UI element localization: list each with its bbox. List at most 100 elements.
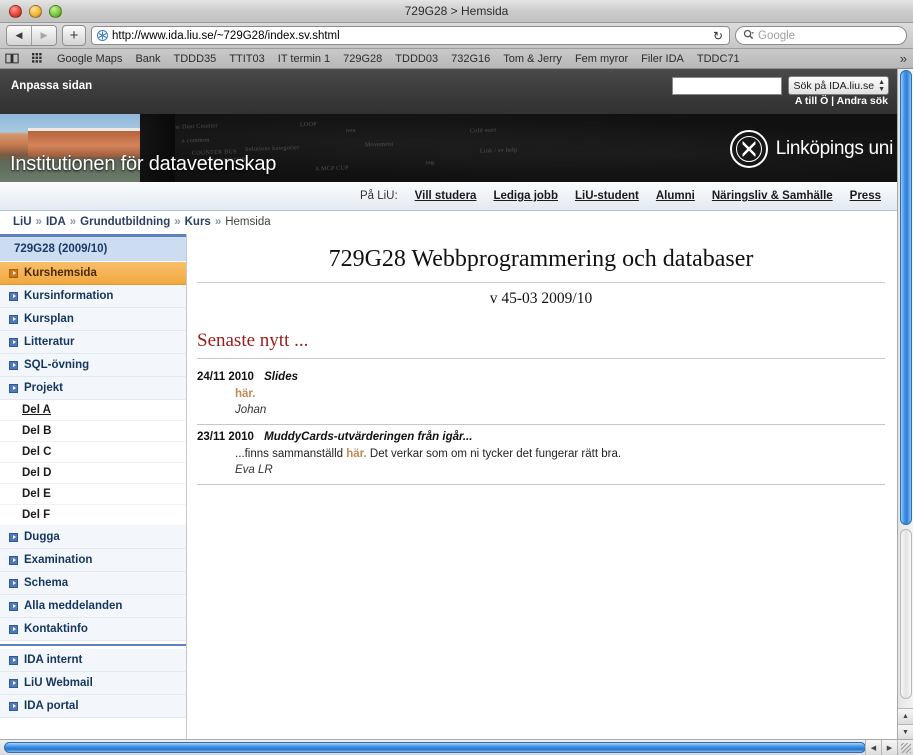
- bookmark-item[interactable]: Bank: [135, 53, 160, 65]
- sidebar-subitem-del-c[interactable]: Del C: [0, 442, 186, 463]
- site-banner: The Dust Counter LOOP non a common Solut…: [0, 114, 897, 182]
- main-content: 729G28 Webbprogrammering och databaser v…: [186, 234, 897, 740]
- show-all-bookmarks-icon[interactable]: [5, 53, 19, 64]
- sidebar-item-label: Litteratur: [24, 336, 75, 348]
- vertical-scrollbar-thumb[interactable]: [900, 70, 912, 525]
- scroll-right-icon[interactable]: ▶: [881, 740, 897, 755]
- bookmark-item[interactable]: 729G28: [343, 53, 382, 65]
- bookmark-item[interactable]: TDDC71: [697, 53, 740, 65]
- horizontal-scrollbar-thumb[interactable]: [4, 742, 866, 753]
- sidebar-subitem-del-e[interactable]: Del E: [0, 484, 186, 505]
- breadcrumb-item-grundutbildning[interactable]: Grundutbildning: [80, 216, 170, 228]
- sidebar-item-sql-ovning[interactable]: SQL-övning: [0, 354, 186, 377]
- scroll-down-icon[interactable]: ▼: [898, 724, 913, 740]
- bookmark-item[interactable]: TTIT03: [229, 53, 264, 65]
- sidebar-subitem-del-b[interactable]: Del B: [0, 421, 186, 442]
- breadcrumb-item-current: Hemsida: [225, 216, 271, 228]
- sidebar-item-examination[interactable]: Examination: [0, 549, 186, 572]
- vertical-scrollbar[interactable]: ▲ ▼: [897, 69, 913, 740]
- sidebar-item-kursplan[interactable]: Kursplan: [0, 308, 186, 331]
- news-entry: 24/11 2010 Slides här. Johan: [197, 365, 885, 425]
- site-search-input[interactable]: [671, 76, 782, 95]
- news-body-before: ...finns sammanställd: [235, 448, 347, 460]
- sidebar-item-ida-internt[interactable]: IDA internt: [0, 649, 186, 672]
- bookmark-item[interactable]: IT termin 1: [278, 53, 330, 65]
- topnav-lead-label: På LiU:: [359, 190, 398, 202]
- sidebar-item-alla-meddelanden[interactable]: Alla meddelanden: [0, 595, 186, 618]
- bookmark-item[interactable]: 732G16: [451, 53, 490, 65]
- sidebar-subitem-label: Del C: [22, 446, 52, 458]
- zoom-button[interactable]: [49, 4, 62, 18]
- breadcrumb-separator: »: [35, 216, 42, 228]
- add-bookmark-button[interactable]: +: [62, 25, 86, 46]
- sidebar-item-label: Examination: [24, 554, 93, 566]
- liu-seal-icon: [729, 130, 768, 168]
- sidebar-subitem-del-f[interactable]: Del F: [0, 505, 186, 526]
- topnav-item-liu-student[interactable]: LiU-student: [575, 190, 639, 202]
- chevron-right-icon: [9, 601, 18, 611]
- bookmark-item[interactable]: TDDD03: [395, 53, 438, 65]
- back-button[interactable]: ◀: [7, 26, 31, 45]
- liu-logo[interactable]: Linköpings uni: [729, 130, 893, 168]
- search-scope-select[interactable]: Sök på IDA.liu.se ▲ ▼: [787, 76, 889, 95]
- news-heading: Senaste nytt ...: [197, 330, 885, 359]
- chevron-right-icon: [9, 268, 18, 278]
- news-link[interactable]: här.: [346, 448, 366, 460]
- resize-grip[interactable]: [897, 739, 913, 755]
- sidebar-item-projekt[interactable]: Projekt: [0, 377, 186, 400]
- sidebar-item-liu-webmail[interactable]: LiU Webmail: [0, 672, 186, 695]
- scroll-up-icon[interactable]: ▲: [898, 708, 913, 724]
- top-sites-icon[interactable]: [32, 53, 44, 64]
- scroll-left-icon[interactable]: ◀: [865, 740, 881, 755]
- sidebar-item-kontaktinfo[interactable]: Kontaktinfo: [0, 618, 186, 641]
- bookmark-item[interactable]: TDDD35: [174, 53, 217, 65]
- chalk-note: A MCP CUP: [314, 165, 349, 173]
- search-field[interactable]: Google: [735, 26, 907, 45]
- minimize-button[interactable]: [29, 4, 42, 18]
- utility-links[interactable]: A till Ö | Andra sök: [795, 95, 888, 107]
- bookmarks-overflow-icon[interactable]: »: [900, 51, 907, 66]
- topnav-item-vill-studera[interactable]: Vill studera: [415, 190, 477, 202]
- forward-button[interactable]: ▶: [31, 26, 56, 45]
- sidebar-subitem-del-d[interactable]: Del D: [0, 463, 186, 484]
- sidebar-subitem-del-a[interactable]: Del A: [0, 400, 186, 421]
- chalk-note: Cold start: [469, 127, 497, 135]
- chalk-note: Movement: [364, 141, 394, 149]
- topnav-item-lediga-jobb[interactable]: Lediga jobb: [493, 190, 558, 202]
- sidebar-item-kursinformation[interactable]: Kursinformation: [0, 285, 186, 308]
- sidebar-item-kurshemsida[interactable]: Kurshemsida: [0, 262, 186, 285]
- customize-page-link[interactable]: Anpassa sidan: [11, 80, 92, 92]
- site-search-block: Sök på IDA.liu.se ▲ ▼: [671, 76, 889, 95]
- news-link[interactable]: här.: [235, 388, 255, 400]
- chevron-right-icon: [9, 555, 18, 565]
- sidebar-item-dugga[interactable]: Dugga: [0, 526, 186, 549]
- bookmark-item[interactable]: Filer IDA: [641, 53, 684, 65]
- horizontal-scrollbar[interactable]: ◀ ▶: [0, 739, 913, 755]
- page-content: Anpassa sidan Sök på IDA.liu.se ▲ ▼ A til…: [0, 69, 897, 740]
- breadcrumb-item-ida[interactable]: IDA: [46, 216, 66, 228]
- breadcrumb-item-kurs[interactable]: Kurs: [185, 216, 211, 228]
- sidebar-item-schema[interactable]: Schema: [0, 572, 186, 595]
- chevron-right-icon: [9, 383, 18, 393]
- bookmark-item[interactable]: Tom & Jerry: [503, 53, 562, 65]
- close-button[interactable]: [9, 4, 22, 18]
- news-subject: Slides: [264, 371, 299, 383]
- reload-icon[interactable]: ↻: [713, 29, 725, 43]
- sidebar-item-litteratur[interactable]: Litteratur: [0, 331, 186, 354]
- topnav-item-press[interactable]: Press: [850, 190, 881, 202]
- department-title: Institutionen för datavetenskap: [10, 153, 277, 175]
- vertical-scrollbar-track[interactable]: [900, 529, 912, 699]
- address-bar[interactable]: http://www.ida.liu.se/~729G28/index.sv.s…: [91, 26, 730, 45]
- breadcrumb: LiU » IDA » Grundutbildning » Kurs » Hem…: [0, 211, 897, 234]
- chalk-note: non: [345, 127, 357, 135]
- sidebar-item-ida-portal[interactable]: IDA portal: [0, 695, 186, 718]
- breadcrumb-item-liu[interactable]: LiU: [13, 216, 32, 228]
- bookmark-item[interactable]: Fem myror: [575, 53, 628, 65]
- news-date: 23/11 2010: [197, 431, 254, 443]
- sidebar-item-label: LiU Webmail: [24, 677, 93, 689]
- sidebar-item-label: Projekt: [24, 382, 63, 394]
- topnav-item-alumni[interactable]: Alumni: [656, 190, 695, 202]
- news-entry: 23/11 2010 MuddyCards-utvärderingen från…: [197, 425, 885, 485]
- topnav-item-naringsliv[interactable]: Näringsliv & Samhälle: [712, 190, 833, 202]
- bookmark-item[interactable]: Google Maps: [57, 53, 122, 65]
